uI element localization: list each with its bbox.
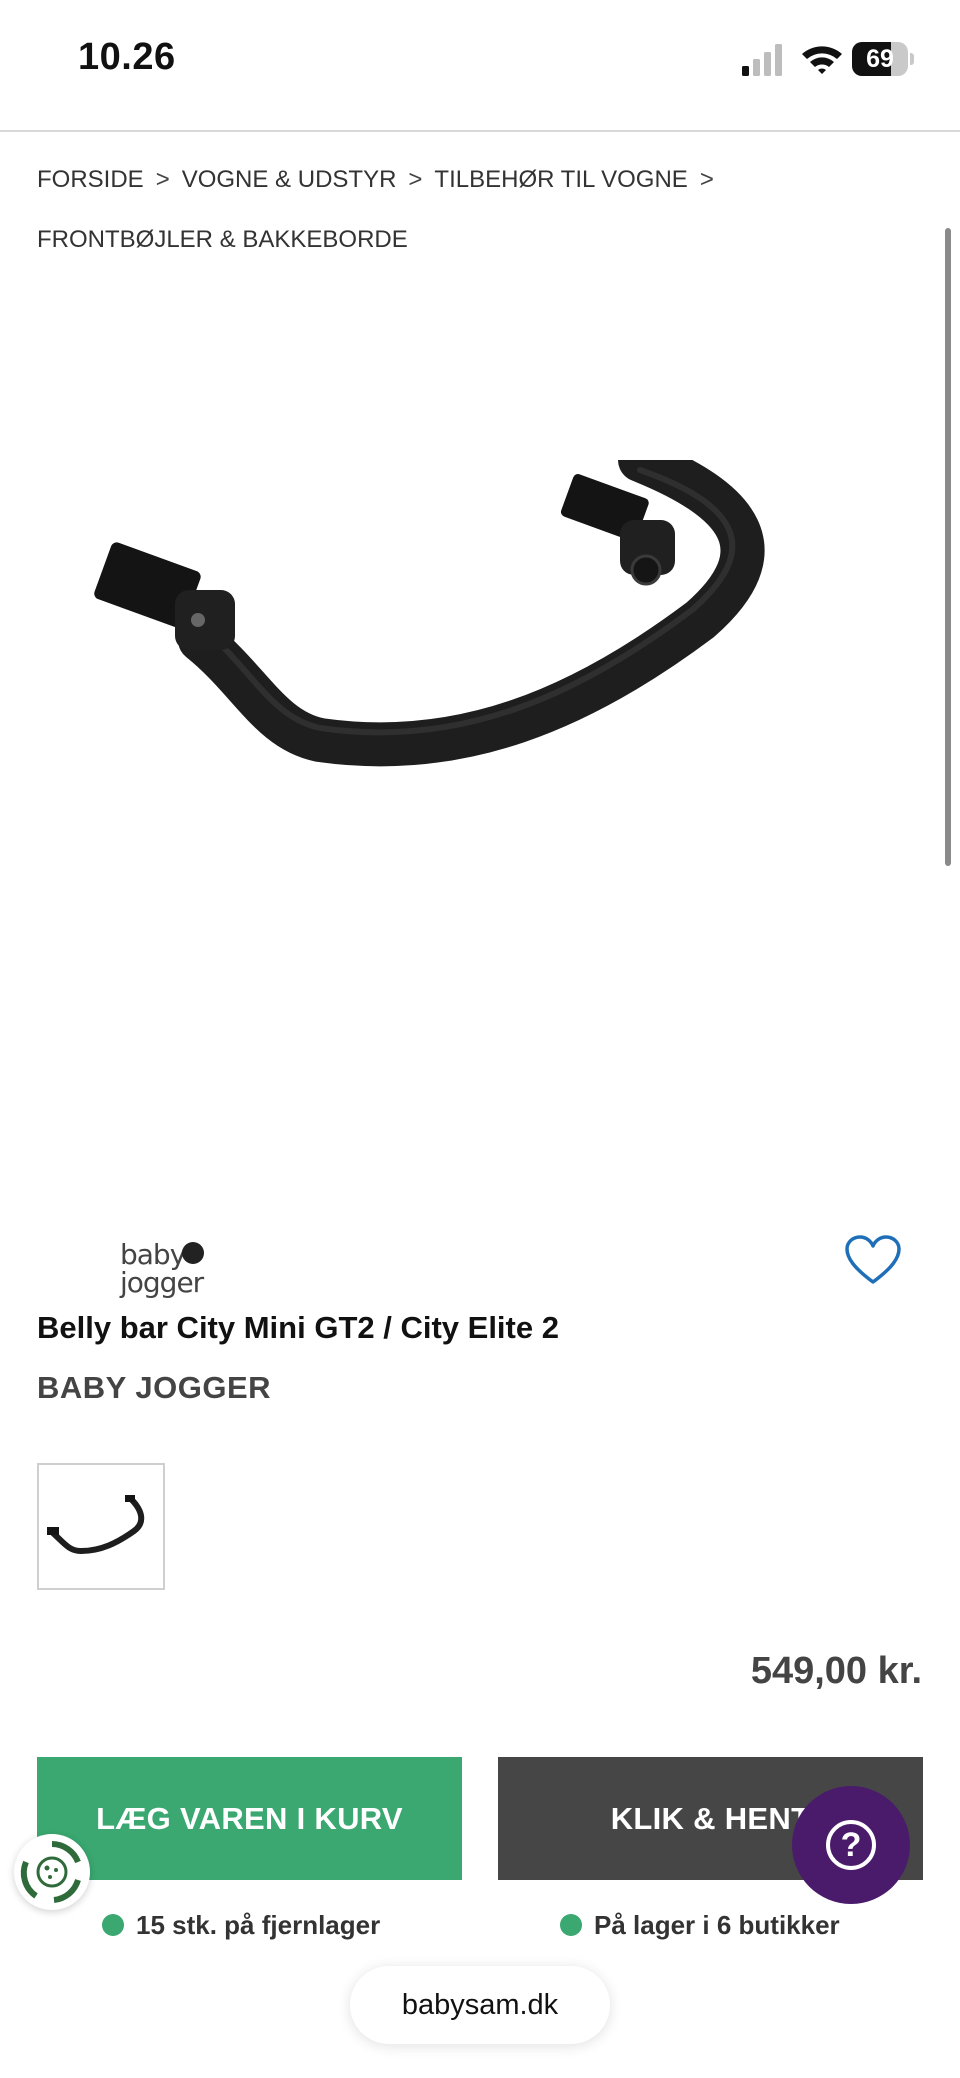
- stock-dot-icon: [102, 1914, 124, 1936]
- status-bar: 10.26 69: [0, 0, 960, 132]
- battery-level: 69: [866, 45, 894, 73]
- product-price: 549,00 kr.: [750, 1650, 922, 1692]
- warehouse-stock-text: 15 stk. på fjernlager: [136, 1909, 381, 1940]
- question-circle-icon: ?: [826, 1820, 876, 1870]
- product-brand[interactable]: BABY JOGGER: [37, 1370, 271, 1406]
- cookie-settings-button[interactable]: [14, 1834, 90, 1910]
- breadcrumb-item-accessories[interactable]: TILBEHØR TIL VOGNE: [434, 166, 687, 193]
- browser-url-bar[interactable]: babysam.dk: [350, 1966, 610, 2044]
- breadcrumb: FORSIDE > VOGNE & UDSTYR > TILBEHØR TIL VOGN…: [37, 150, 897, 270]
- breadcrumb-separator: >: [699, 166, 714, 193]
- store-stock: På lager i 6 butikker: [560, 1905, 840, 1945]
- battery-icon: 69: [852, 42, 914, 76]
- status-time: 10.26: [78, 36, 176, 78]
- warehouse-stock: 15 stk. på fjernlager: [102, 1905, 380, 1945]
- stock-dot-icon: [560, 1914, 582, 1936]
- cookie-recycle-icon: [20, 1841, 81, 1903]
- add-to-cart-button[interactable]: LÆG VAREN I KURV: [37, 1757, 462, 1880]
- scrollbar[interactable]: [945, 228, 951, 866]
- product-title: Belly bar City Mini GT2 / City Elite 2: [37, 1310, 559, 1345]
- brand-logo[interactable]: baby jogger: [118, 1238, 210, 1302]
- store-stock-text: På lager i 6 butikker: [594, 1909, 840, 1940]
- cellular-signal-icon: [742, 44, 782, 76]
- product-thumbnail-image: [47, 1495, 145, 1555]
- breadcrumb-item-home[interactable]: FORSIDE: [37, 166, 144, 193]
- breadcrumb-separator: >: [408, 166, 423, 193]
- breadcrumb-item-bumper-bars[interactable]: FRONTBØJLER & BAKKEBORDE: [37, 226, 408, 253]
- product-thumbnail[interactable]: [37, 1463, 165, 1590]
- heart-outline-icon[interactable]: [844, 1234, 902, 1286]
- help-button[interactable]: ?: [792, 1786, 910, 1904]
- wifi-icon: [802, 46, 842, 74]
- product-image[interactable]: [80, 460, 840, 1000]
- breadcrumb-separator: >: [155, 166, 170, 193]
- breadcrumb-item-prams[interactable]: VOGNE & UDSTYR: [182, 166, 397, 193]
